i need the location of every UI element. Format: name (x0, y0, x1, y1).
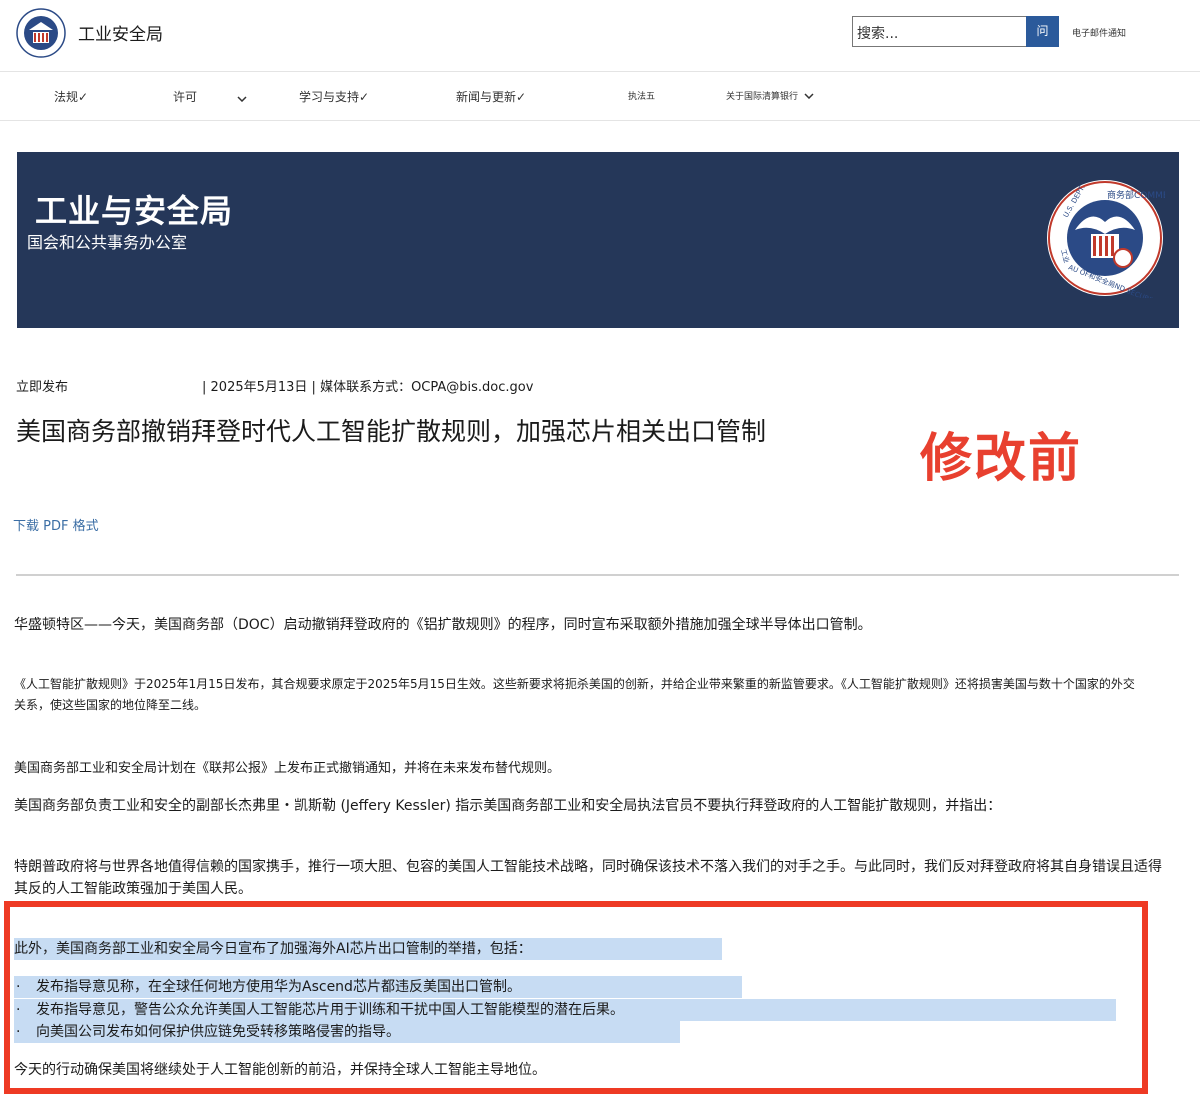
paragraph: 美国商务部工业和安全局计划在《联邦公报》上发布正式撤销通知，并将在未来发布替代规… (14, 761, 561, 776)
main-nav: 法规✓ 许可 学习与支持✓ 新闻与更新✓ 执法五 关于国际清算银行 (0, 71, 1200, 121)
search-input[interactable]: 搜索... (852, 16, 1028, 47)
email-alerts-link[interactable]: 电子邮件通知 (1072, 26, 1126, 39)
nav-item-regulations[interactable]: 法规✓ (54, 88, 88, 105)
list-item: · 发布指导意见，警告公众允许美国人工智能芯片用于训练和干扰中国人工智能模型的潜在… (14, 999, 1116, 1021)
doc-seal-icon: 商务部COMMERCE U.S. DEPT. 工业 AU OF和安全局ND SE… (1047, 180, 1165, 298)
nav-item-label: 执法五 (628, 92, 656, 102)
nav-item-enforcement[interactable]: 执法五 (628, 89, 655, 102)
site-name[interactable]: 工业安全局 (78, 20, 163, 45)
page-banner: 工业与安全局 国会和公共事务办公室 商务部COMMERCE U.S. DEPT.… (17, 152, 1179, 328)
paragraph: 特朗普政府将与世界各地值得信赖的国家携手，推行一项大胆、包容的美国人工智能技术战… (14, 859, 1162, 897)
doc-seal-icon[interactable] (16, 8, 66, 58)
list-item: · 向美国公司发布如何保护供应链免受转移策略侵害的指导。 (14, 1021, 680, 1043)
divider (16, 574, 1179, 576)
list-item-text: 向美国公司发布如何保护供应链免受转移策略侵害的指导。 (36, 1024, 400, 1040)
nav-item-about-bis[interactable]: 关于国际清算银行 (726, 89, 814, 102)
list-item-text: 发布指导意见称，在全球任何地方使用华为Ascend芯片都违反美国出口管制。 (36, 979, 521, 995)
page-title: 美国商务部撤销拜登时代人工智能扩散规则，加强芯片相关出口管制 (16, 417, 767, 446)
nav-item-licensing[interactable]: 许可 (173, 88, 247, 105)
nav-item-news-updates[interactable]: 新闻与更新✓ (456, 88, 526, 105)
site-header: 工业安全局 搜索... 问 电子邮件通知 (0, 0, 1200, 70)
bullet-icon: · (16, 979, 21, 995)
bullet-icon: · (16, 1002, 21, 1018)
release-dateline: 立即发布 | 2025年5月13日 | 媒体联系方式：OCPA@bis.doc.g… (16, 376, 533, 395)
paragraph: 《人工智能扩散规则》于2025年1月15日发布，其合规要求原定于2025年5月1… (14, 677, 1135, 712)
before-edit-stamp: 修改前 (920, 429, 1083, 489)
paragraph: 华盛顿特区——今天，美国商务部（DOC）启动撤销拜登政府的《铝扩散规则》的程序，… (14, 617, 872, 633)
nav-item-learn-support[interactable]: 学习与支持✓ (299, 88, 369, 105)
list-item-text: 发布指导意见，警告公众允许美国人工智能芯片用于训练和干扰中国人工智能模型的潜在后… (36, 1002, 624, 1018)
search-button[interactable]: 问 (1026, 16, 1059, 47)
banner-title: 工业与安全局 (35, 192, 234, 230)
list-item: · 发布指导意见称，在全球任何地方使用华为Ascend芯片都违反美国出口管制。 (14, 976, 742, 998)
nav-item-label: 新闻与更新✓ (456, 90, 527, 104)
release-label: 立即发布 (16, 380, 69, 395)
date-contact: | 2025年5月13日 | 媒体联系方式：OCPA@bis.doc.gov (202, 380, 534, 395)
nav-item-label: 关于国际清算银行 (726, 92, 799, 102)
nav-item-label: 学习与支持✓ (299, 90, 370, 104)
banner-subtitle: 国会和公共事务办公室 (27, 233, 188, 252)
seal-top-text: 商务部COMMERCE (1107, 189, 1165, 201)
nav-item-label: 许可 (173, 90, 198, 104)
bullet-icon: · (16, 1024, 21, 1040)
download-pdf-link[interactable]: 下载 PDF 格式 (13, 515, 99, 534)
chevron-down-icon (237, 91, 247, 105)
closing-paragraph: 今天的行动确保美国将继续处于人工智能创新的前沿，并保持全球人工智能主导地位。 (14, 1062, 546, 1078)
nav-item-label: 法规✓ (54, 90, 89, 104)
paragraph: 美国商务部负责工业和安全的副部长杰弗里・凯斯勒 (Jeffery Kessler… (14, 798, 1002, 814)
highlighted-intro: 此外，美国商务部工业和安全局今日宣布了加强海外AI芯片出口管制的举措，包括： (14, 938, 722, 960)
chevron-down-icon (804, 92, 814, 102)
